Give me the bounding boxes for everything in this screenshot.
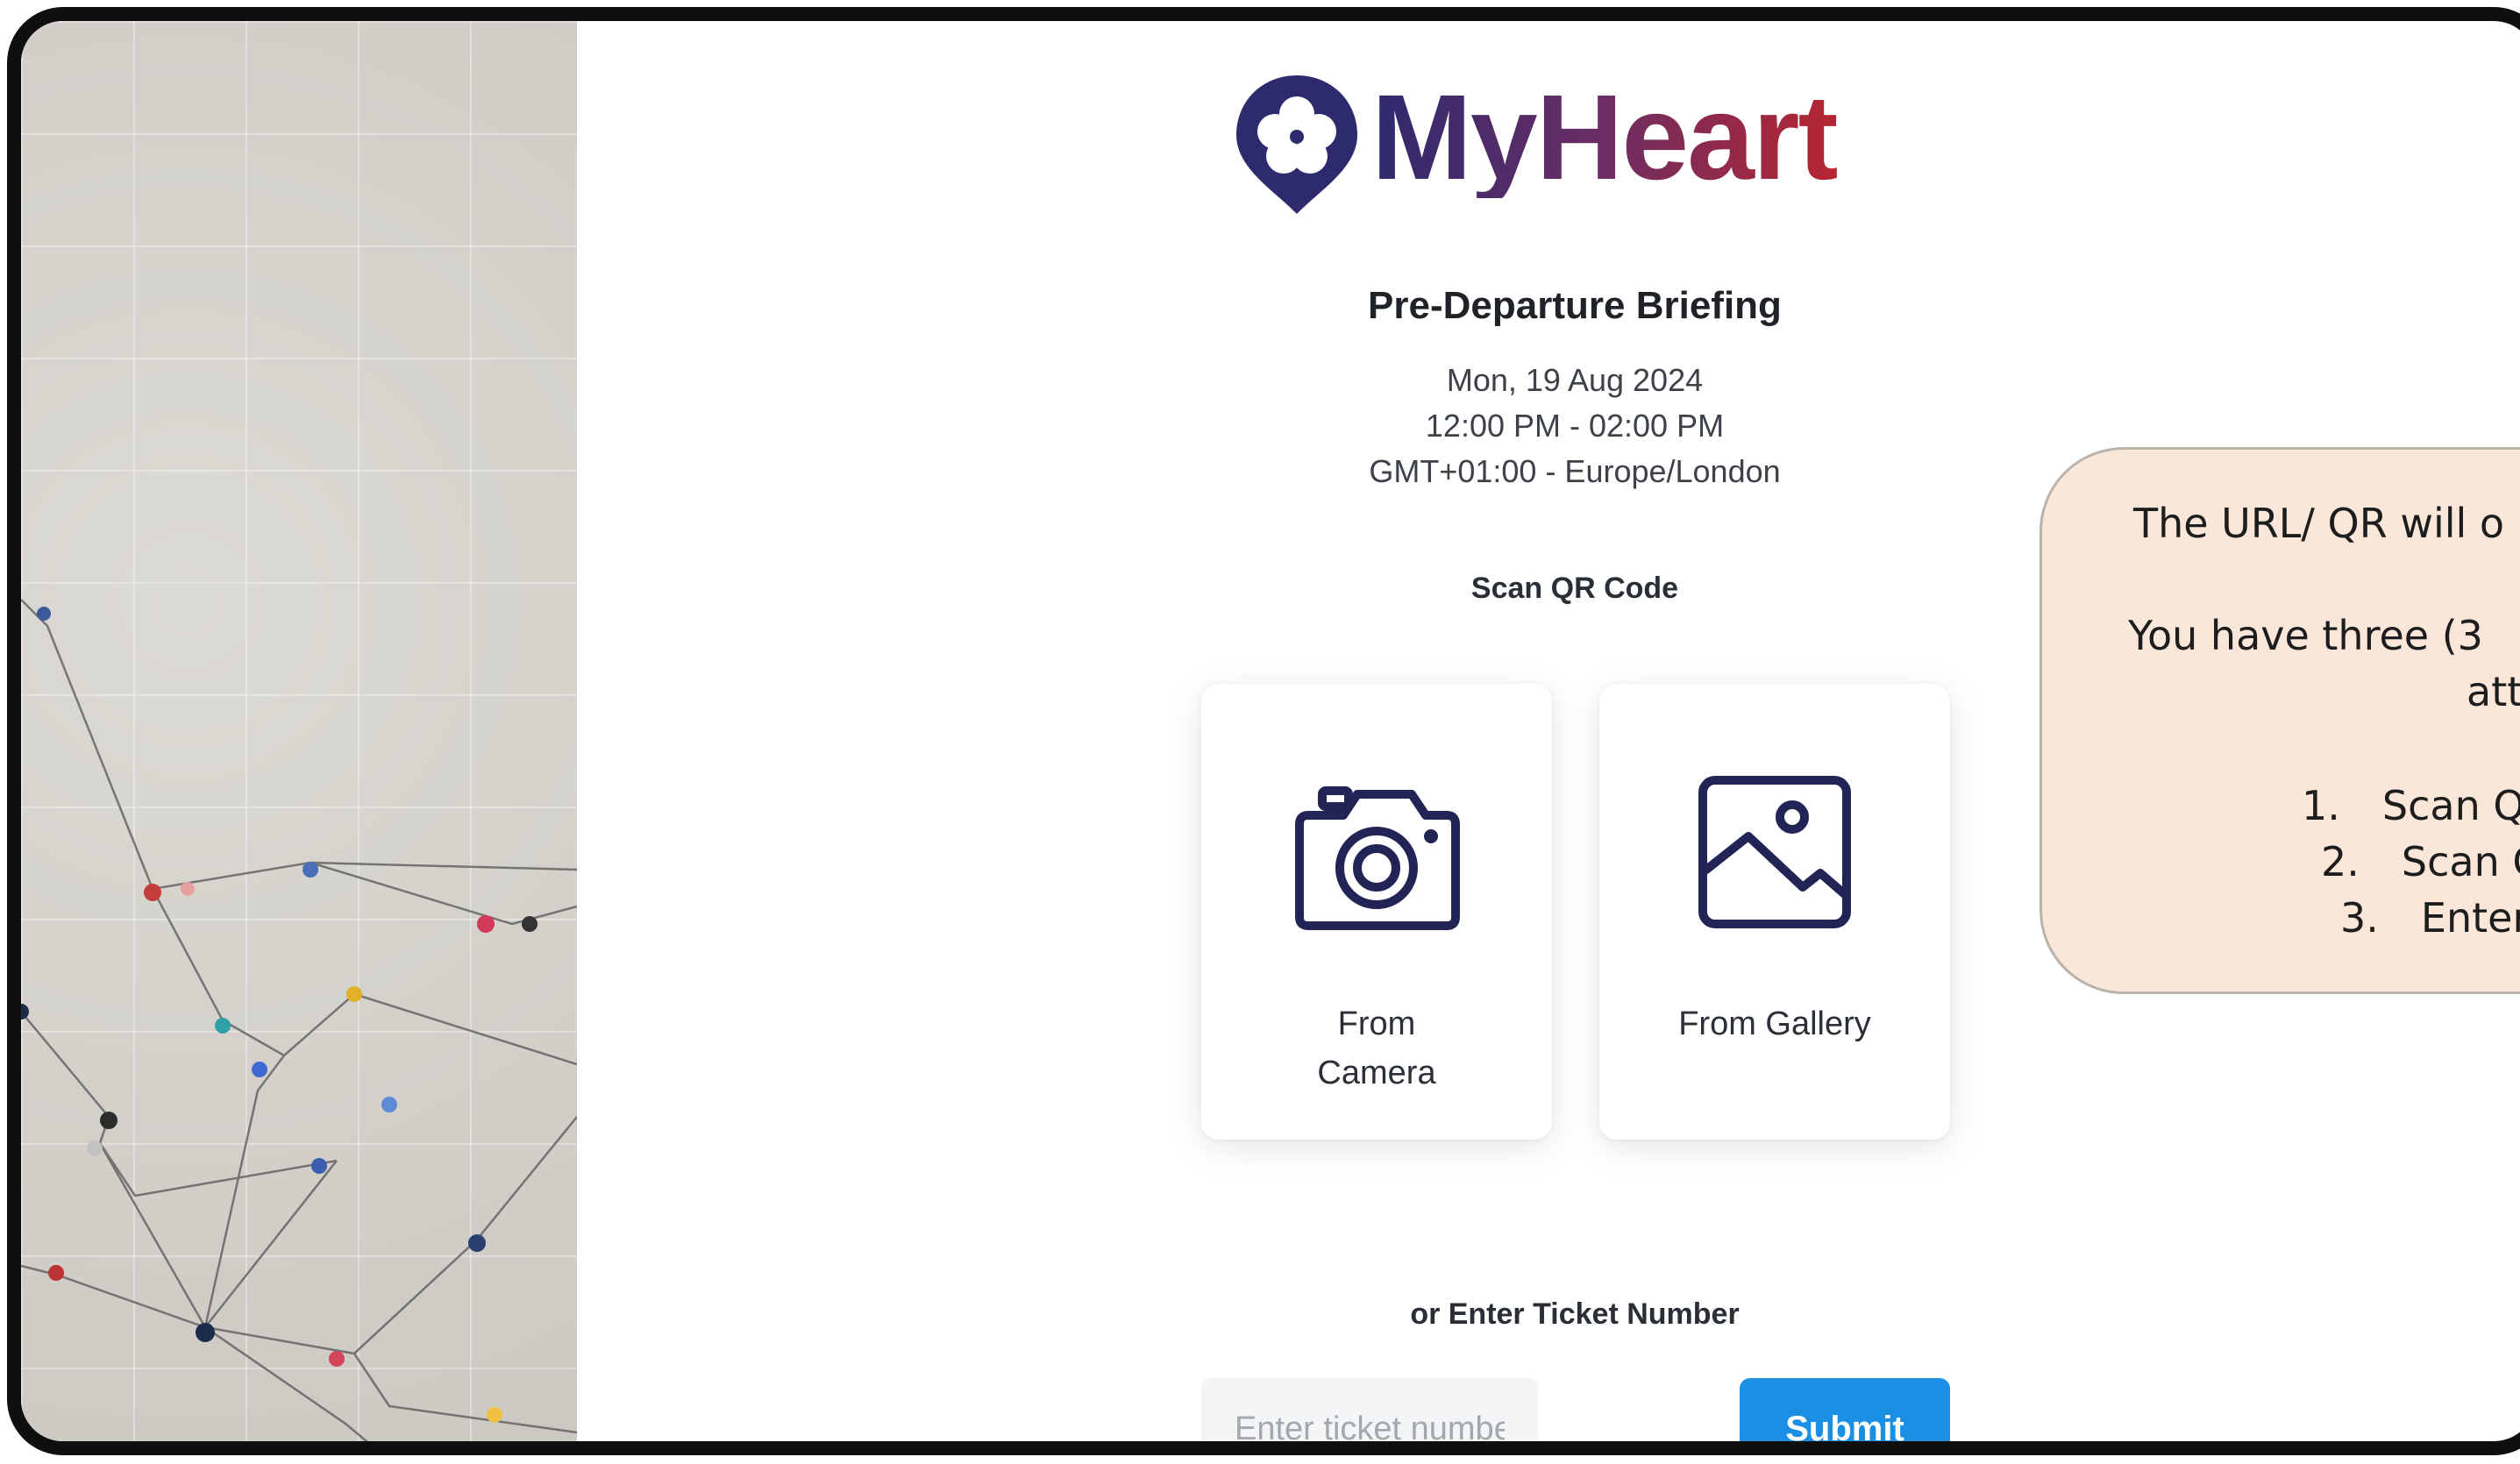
people-dots — [21, 607, 537, 1423]
scan-qr-label: Scan QR Code — [1470, 572, 1679, 605]
callout-line-2-cont: atte — [2467, 668, 2520, 715]
callout-list-item: 2. Scan C — [2321, 834, 2520, 890]
ticket-number-input[interactable] — [1201, 1378, 1538, 1441]
list-item-number: 3. — [2340, 894, 2379, 942]
image-icon — [1698, 776, 1851, 928]
callout-line-2: You have three (3 — [2128, 612, 2483, 659]
list-item-number: 2. — [2321, 838, 2360, 885]
network-lines-overlay — [21, 599, 577, 1441]
event-title: Pre-Departure Briefing — [1368, 284, 1782, 327]
callout-line-1: The URL/ QR will o — [2133, 500, 2505, 547]
from-gallery-label: From Gallery — [1678, 1006, 1871, 1042]
event-details: Mon, 19 Aug 2024 12:00 PM - 02:00 PM GMT… — [1312, 358, 1838, 494]
heart-pin-icon — [1236, 75, 1357, 214]
list-item-text: Enter — [2420, 894, 2520, 942]
from-gallery-button[interactable]: From Gallery — [1599, 684, 1950, 1140]
list-item-number: 1. — [2302, 782, 2340, 829]
event-timezone: GMT+01:00 - Europe/London — [1369, 453, 1781, 489]
callout-list-item: 3. Enter — [2340, 890, 2520, 946]
callout-list-item: 1. Scan Q — [2302, 778, 2520, 834]
camera-icon — [1295, 786, 1460, 930]
myheart-logo: MyHeart — [1231, 70, 1897, 228]
aerial-crowd-photo — [21, 21, 577, 1441]
event-date: Mon, 19 Aug 2024 — [1446, 362, 1704, 398]
event-time: 12:00 PM - 02:00 PM — [1425, 408, 1725, 444]
list-item-text: Scan Q — [2381, 782, 2520, 829]
ticket-number-label: or Enter Ticket Number — [1410, 1297, 1740, 1331]
from-camera-label: From Camera — [1317, 1006, 1436, 1091]
brand-name: MyHeart — [1371, 70, 1839, 205]
instructions-callout: The URL/ QR will o You have three (3 att… — [2039, 447, 2520, 994]
submit-button[interactable]: Submit — [1740, 1378, 1950, 1441]
device-frame: MyHeart Pre-Departure Briefing Mon, 19 A… — [7, 7, 2520, 1455]
list-item-text: Scan C — [2401, 838, 2520, 885]
from-camera-button[interactable]: From Camera — [1201, 684, 1552, 1140]
